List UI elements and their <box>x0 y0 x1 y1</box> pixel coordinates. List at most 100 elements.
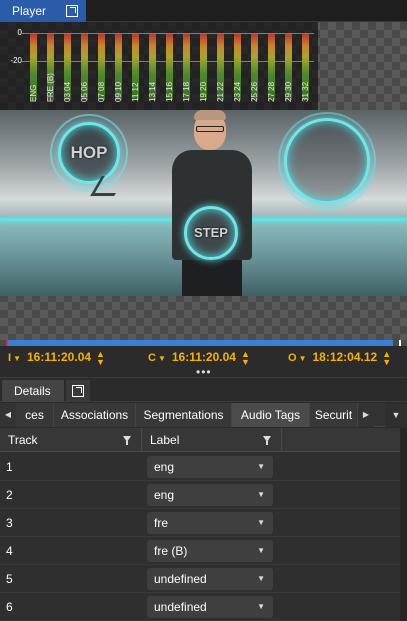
app-root: Player HOP STEP 0 -20 ENG FRE (B) 03 04 … <box>0 0 407 621</box>
in-timecode-prefix: I <box>8 352 12 364</box>
audio-tags-table: Track Label 1 eng ▼ 2 eng ▼ 3 fre ▼ 4 fre (B) ▼ 5 und… <box>0 428 400 621</box>
scroll-right-button[interactable]: ▶ <box>358 403 374 427</box>
presenter-figure <box>168 110 256 296</box>
tab-details[interactable]: Details <box>2 380 64 402</box>
player-tab-label: Player <box>12 4 47 18</box>
player-tabbar: Player <box>0 0 407 22</box>
track-number: 5 <box>6 572 13 586</box>
meter-channel-label: 27 28 <box>267 81 276 102</box>
label-select[interactable]: eng ▼ <box>147 484 273 506</box>
meter-channel-label: 17 18 <box>182 81 191 102</box>
video-player[interactable]: HOP STEP 0 -20 ENG FRE (B) 03 04 05 06 0… <box>0 22 407 340</box>
meter-channel-label: 09 10 <box>114 81 123 102</box>
current-timecode-prefix: C <box>148 352 156 364</box>
subtab-label: Securit <box>314 408 353 422</box>
meter-channel-label: 29 30 <box>284 81 293 102</box>
chevron-down-icon: ▼ <box>13 354 21 363</box>
chevron-down-icon: ▼ <box>257 462 265 471</box>
track-number: 4 <box>6 544 13 558</box>
tab-security[interactable]: Securit <box>310 403 358 427</box>
track-number: 2 <box>6 488 13 502</box>
label-select-value: undefined <box>154 572 207 586</box>
label-select-value: fre (B) <box>154 544 188 558</box>
tab-associations[interactable]: Associations <box>54 403 136 427</box>
chevron-down-icon: ▼ <box>257 602 265 611</box>
label-select-value: undefined <box>154 600 207 614</box>
meter-channel-label: 31 32 <box>301 81 310 102</box>
stepper-icon[interactable]: ▲ ▼ <box>96 349 105 366</box>
details-subtabs: ◀ ces Associations Segmentations Audio T… <box>0 403 407 427</box>
meter-channel-label: 19 20 <box>199 81 208 102</box>
chevron-down-icon: ▼ <box>257 546 265 555</box>
meter-channel-label: 13 14 <box>148 81 157 102</box>
table-row: 5 undefined ▼ <box>0 565 400 593</box>
meter-channel-label: ENG <box>29 84 38 102</box>
chevron-down-icon: ▼ <box>257 490 265 499</box>
stepper-icon[interactable]: ▲ ▼ <box>382 349 391 366</box>
chevron-down-icon: ▼ <box>298 354 307 363</box>
label-select[interactable]: undefined ▼ <box>147 568 273 590</box>
step-text: STEP <box>194 225 228 240</box>
column-header-label: Label <box>150 433 180 447</box>
filter-icon[interactable] <box>263 436 271 445</box>
filter-icon[interactable] <box>123 436 131 445</box>
meter-scale-label: -20 <box>10 56 22 65</box>
popout-icon <box>72 385 84 397</box>
label-select[interactable]: undefined ▼ <box>147 596 273 618</box>
tab-player[interactable]: Player <box>0 0 86 22</box>
track-number: 6 <box>6 600 13 614</box>
label-select-value: fre <box>154 516 169 530</box>
table-scrollbar[interactable] <box>400 428 407 621</box>
tab-audio-tags[interactable]: Audio Tags <box>232 403 310 427</box>
meter-channel-label: 05 06 <box>80 81 89 102</box>
label-select-value: eng <box>154 488 175 502</box>
meter-channel-label: 21 22 <box>216 81 225 102</box>
video-frame: HOP STEP <box>0 110 407 296</box>
popout-icon[interactable] <box>66 5 78 17</box>
meter-channel-label: 25 26 <box>250 81 259 102</box>
meter-channel-label: 23 24 <box>233 81 242 102</box>
presenter-glasses <box>196 126 224 132</box>
panel-splitter[interactable]: ••• <box>0 365 407 379</box>
column-header-label[interactable]: Label <box>142 428 282 452</box>
subtab-label: Associations <box>60 408 129 422</box>
tab-sources[interactable]: ces <box>16 403 54 427</box>
presenter-legs <box>182 260 242 296</box>
tabs-menu-button[interactable]: ▼ <box>385 403 407 427</box>
chevron-down-icon: ▼ <box>257 518 265 527</box>
meter-channel-label: 03 04 <box>63 81 72 102</box>
column-header-label: Track <box>8 433 38 447</box>
chevron-left-icon: ◀ <box>4 410 12 419</box>
in-timecode[interactable]: I ▼ 16:11:20.04 ▲ ▼ <box>8 349 105 367</box>
table-row: 1 eng ▼ <box>0 453 400 481</box>
chevron-down-icon: ▼ <box>157 354 166 363</box>
out-timecode[interactable]: O ▼ 18:12:04.12 ▲ ▼ <box>288 349 391 367</box>
hop-text: HOP <box>70 143 108 162</box>
chevron-right-icon: ▶ <box>362 410 370 419</box>
current-timecode-value: 16:11:20.04 <box>171 350 236 364</box>
meter-scale: 0 -20 <box>0 22 26 110</box>
details-popout-button[interactable] <box>66 380 90 402</box>
meter-channel-label: 15 16 <box>165 81 174 102</box>
table-row: 6 undefined ▼ <box>0 593 400 621</box>
audio-meter: 0 -20 ENG FRE (B) 03 04 05 06 07 08 09 10 11 1… <box>0 22 318 110</box>
subtab-label: Audio Tags <box>240 408 301 422</box>
label-select[interactable]: fre ▼ <box>147 512 273 534</box>
table-header: Track Label <box>0 428 400 452</box>
tab-segmentations[interactable]: Segmentations <box>136 403 232 427</box>
subtab-label: Segmentations <box>143 408 224 422</box>
splitter-handle[interactable]: ••• <box>196 365 212 379</box>
label-select[interactable]: eng ▼ <box>147 456 273 478</box>
out-timecode-value: 18:12:04.12 <box>312 350 378 364</box>
subtab-label: ces <box>25 408 44 422</box>
meter-channel-label: FRE (B) <box>46 73 55 102</box>
scroll-left-button[interactable]: ◀ <box>0 403 16 427</box>
stepper-icon[interactable]: ▲ ▼ <box>241 349 250 366</box>
column-header-track[interactable]: Track <box>0 428 142 452</box>
label-select[interactable]: fre (B) ▼ <box>147 540 273 562</box>
track-number: 1 <box>6 460 13 474</box>
track-number: 3 <box>6 516 13 530</box>
details-tab-label: Details <box>14 384 51 398</box>
chevron-down-icon: ▼ <box>391 410 401 420</box>
meter-channel-label: 07 08 <box>97 81 106 102</box>
